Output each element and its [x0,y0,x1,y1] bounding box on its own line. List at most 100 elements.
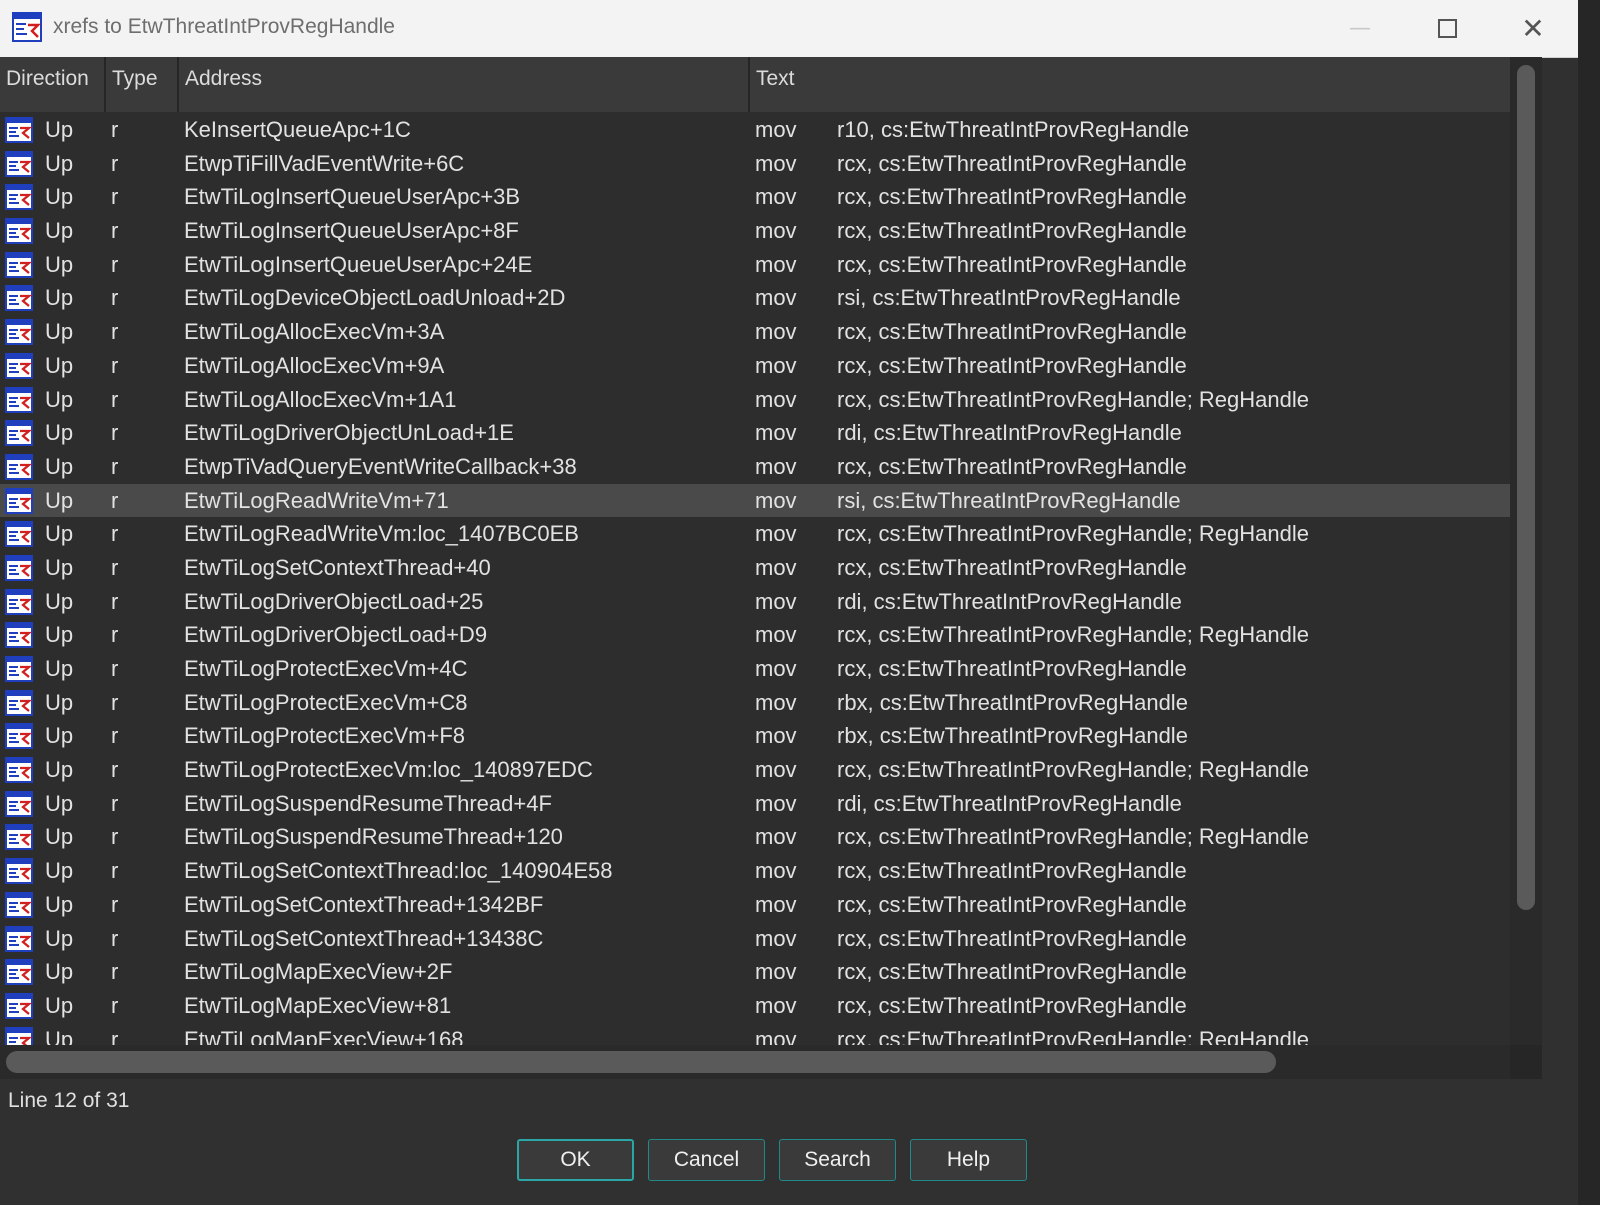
xref-row-icon [5,588,33,619]
cell-type: r [111,656,119,681]
cell-mnemonic: mov [755,858,797,884]
cancel-button[interactable]: Cancel [648,1139,765,1181]
horizontal-scrollbar[interactable] [0,1045,1510,1079]
xrefs-table[interactable]: Direction Type Address Text Up r KeInser… [0,57,1540,1045]
table-row[interactable]: Up r EtwTiLogMapExecView+2F mov rcx, cs:… [0,955,1540,989]
table-row[interactable]: Up r EtwTiLogAllocExecVm+3A mov rcx, cs:… [0,315,1540,349]
cell-mnemonic: mov [755,689,797,715]
table-row[interactable]: Up r EtwTiLogInsertQueueUserApc+8F mov r… [0,214,1540,248]
horizontal-scroll-thumb[interactable] [6,1051,1276,1073]
column-header-type[interactable]: Type [106,57,179,112]
cell-direction: Up [45,656,74,681]
table-row[interactable]: Up r EtwTiLogProtectExecVm+F8 mov rbx, c… [0,719,1540,753]
xref-row-icon [5,689,33,720]
cell-mnemonic: mov [755,386,797,412]
table-row[interactable]: Up r EtwTiLogProtectExecVm+C8 mov rbx, c… [0,686,1540,720]
cell-direction: Up [45,218,74,244]
cell-mnemonic: mov [755,150,797,176]
cell-operands: rcx, cs:EtwThreatIntProvRegHandle [837,184,1187,210]
cell-type: r [111,352,119,378]
table-row[interactable]: Up r EtwTiLogDriverObjectLoad+D9 mov rcx… [0,618,1540,652]
table-row[interactable]: Up r EtwTiLogInsertQueueUserApc+3B mov r… [0,180,1540,214]
table-row[interactable]: Up r EtwTiLogSetContextThread+40 mov rcx… [0,551,1540,585]
xref-row-icon [5,218,33,248]
search-button[interactable]: Search [779,1139,896,1181]
ok-button[interactable]: OK [517,1139,634,1181]
cell-direction: Up [45,352,74,378]
help-button[interactable]: Help [910,1139,1027,1181]
vertical-scrollbar[interactable] [1510,57,1542,1045]
close-icon: ✕ [1521,12,1545,45]
maximize-icon [1437,19,1457,38]
xref-row-icon [5,656,33,686]
column-header-address[interactable]: Address [179,57,750,112]
table-row[interactable]: Up r EtwTiLogDriverObjectLoad+25 mov rdi… [0,585,1540,619]
table-row[interactable]: Up r EtwTiLogReadWriteVm:loc_1407BC0EB m… [0,517,1540,551]
cell-mnemonic: mov [755,251,797,277]
cell-direction: Up [45,251,74,277]
cell-direction: Up [45,757,74,783]
title-bar[interactable]: xrefs to EtwThreatIntProvRegHandle — ✕ [0,0,1578,58]
table-row[interactable]: Up r EtwTiLogAllocExecVm+9A mov rcx, cs:… [0,349,1540,383]
table-row[interactable]: Up r EtwTiLogSuspendResumeThread+4F mov … [0,787,1540,821]
cell-direction: Up [45,150,74,176]
table-row[interactable]: Up r EtwTiLogProtectExecVm:loc_140897EDC… [0,753,1540,787]
table-row[interactable]: Up r EtwTiLogSetContextThread+1342BF mov… [0,888,1540,922]
close-button[interactable]: ✕ [1493,0,1573,57]
cell-operands: rcx, cs:EtwThreatIntProvRegHandle; RegHa… [837,824,1309,850]
cell-address: EtwTiLogMapExecView+81 [184,992,452,1018]
xref-row-icon [5,251,33,282]
cell-type: r [111,150,119,176]
cell-address: EtwpTiFillVadEventWrite+6C [184,150,465,176]
cell-mnemonic: mov [755,992,797,1018]
table-row[interactable]: Up r EtwTiLogProtectExecVm+4C mov rcx, c… [0,652,1540,686]
xref-row-icon [5,319,33,349]
table-row[interactable]: Up r EtwTiLogAllocExecVm+1A1 mov rcx, cs… [0,383,1540,417]
table-row[interactable]: Up r EtwTiLogDriverObjectUnLoad+1E mov r… [0,416,1540,450]
table-row[interactable]: Up r KeInsertQueueApc+1C mov r10, cs:Etw… [0,113,1540,147]
xref-row-icon [5,622,33,652]
xref-row-icon [5,959,33,989]
cell-address: EtwTiLogReadWriteVm:loc_1407BC0EB [184,521,579,547]
xref-row-icon [5,992,33,1023]
table-row[interactable]: Up r EtwTiLogReadWriteVm+71 mov rsi, cs:… [0,483,1540,518]
xref-row-icon [5,285,33,315]
cell-address: EtwTiLogReadWriteVm+71 [184,487,449,513]
cell-operands: rcx, cs:EtwThreatIntProvRegHandle [837,858,1187,884]
table-row[interactable]: Up r EtwTiLogSetContextThread+13438C mov… [0,922,1540,956]
table-row[interactable]: Up r EtwpTiFillVadEventWrite+6C mov rcx,… [0,147,1540,181]
table-row[interactable]: Up r EtwpTiVadQueryEventWriteCallback+38… [0,450,1540,484]
cell-type: r [111,757,119,783]
cell-operands: rsi, cs:EtwThreatIntProvRegHandle [837,487,1181,513]
vertical-scroll-thumb[interactable] [1517,65,1535,910]
cell-address: EtwTiLogDriverObjectLoad+25 [184,588,484,614]
maximize-button[interactable] [1407,0,1487,57]
xref-row-icon [5,925,33,956]
cell-direction: Up [45,554,74,580]
table-row[interactable]: Up r EtwTiLogMapExecView+81 mov rcx, cs:… [0,989,1540,1023]
cell-type: r [111,487,119,513]
column-header-text[interactable]: Text [750,57,1540,112]
table-row[interactable]: Up r EtwTiLogSetContextThread:loc_140904… [0,854,1540,888]
column-header-direction[interactable]: Direction [0,57,106,112]
cell-type: r [111,622,119,648]
table-row[interactable]: Up r EtwTiLogInsertQueueUserApc+24E mov … [0,248,1540,282]
xref-window-icon [12,12,42,46]
cell-mnemonic: mov [755,285,797,311]
xref-row-icon [5,1026,33,1045]
minimize-button[interactable]: — [1320,0,1400,57]
cell-direction: Up [45,790,74,816]
cell-direction: Up [45,453,74,479]
table-row[interactable]: Up r EtwTiLogMapExecView+168 mov rcx, cs… [0,1023,1540,1045]
xref-row-icon [5,723,33,753]
table-row[interactable]: Up r EtwTiLogDeviceObjectLoadUnload+2D m… [0,281,1540,315]
cell-direction: Up [45,959,74,985]
cell-operands: rcx, cs:EtwThreatIntProvRegHandle; RegHa… [837,386,1309,412]
cell-mnemonic: mov [755,824,797,850]
cell-address: EtwTiLogSetContextThread+40 [184,554,491,580]
table-row[interactable]: Up r EtwTiLogSuspendResumeThread+120 mov… [0,820,1540,854]
cell-operands: rcx, cs:EtwThreatIntProvRegHandle; RegHa… [837,622,1309,648]
xref-row-icon [5,891,33,922]
cell-mnemonic: mov [755,521,797,547]
cell-type: r [111,689,119,715]
